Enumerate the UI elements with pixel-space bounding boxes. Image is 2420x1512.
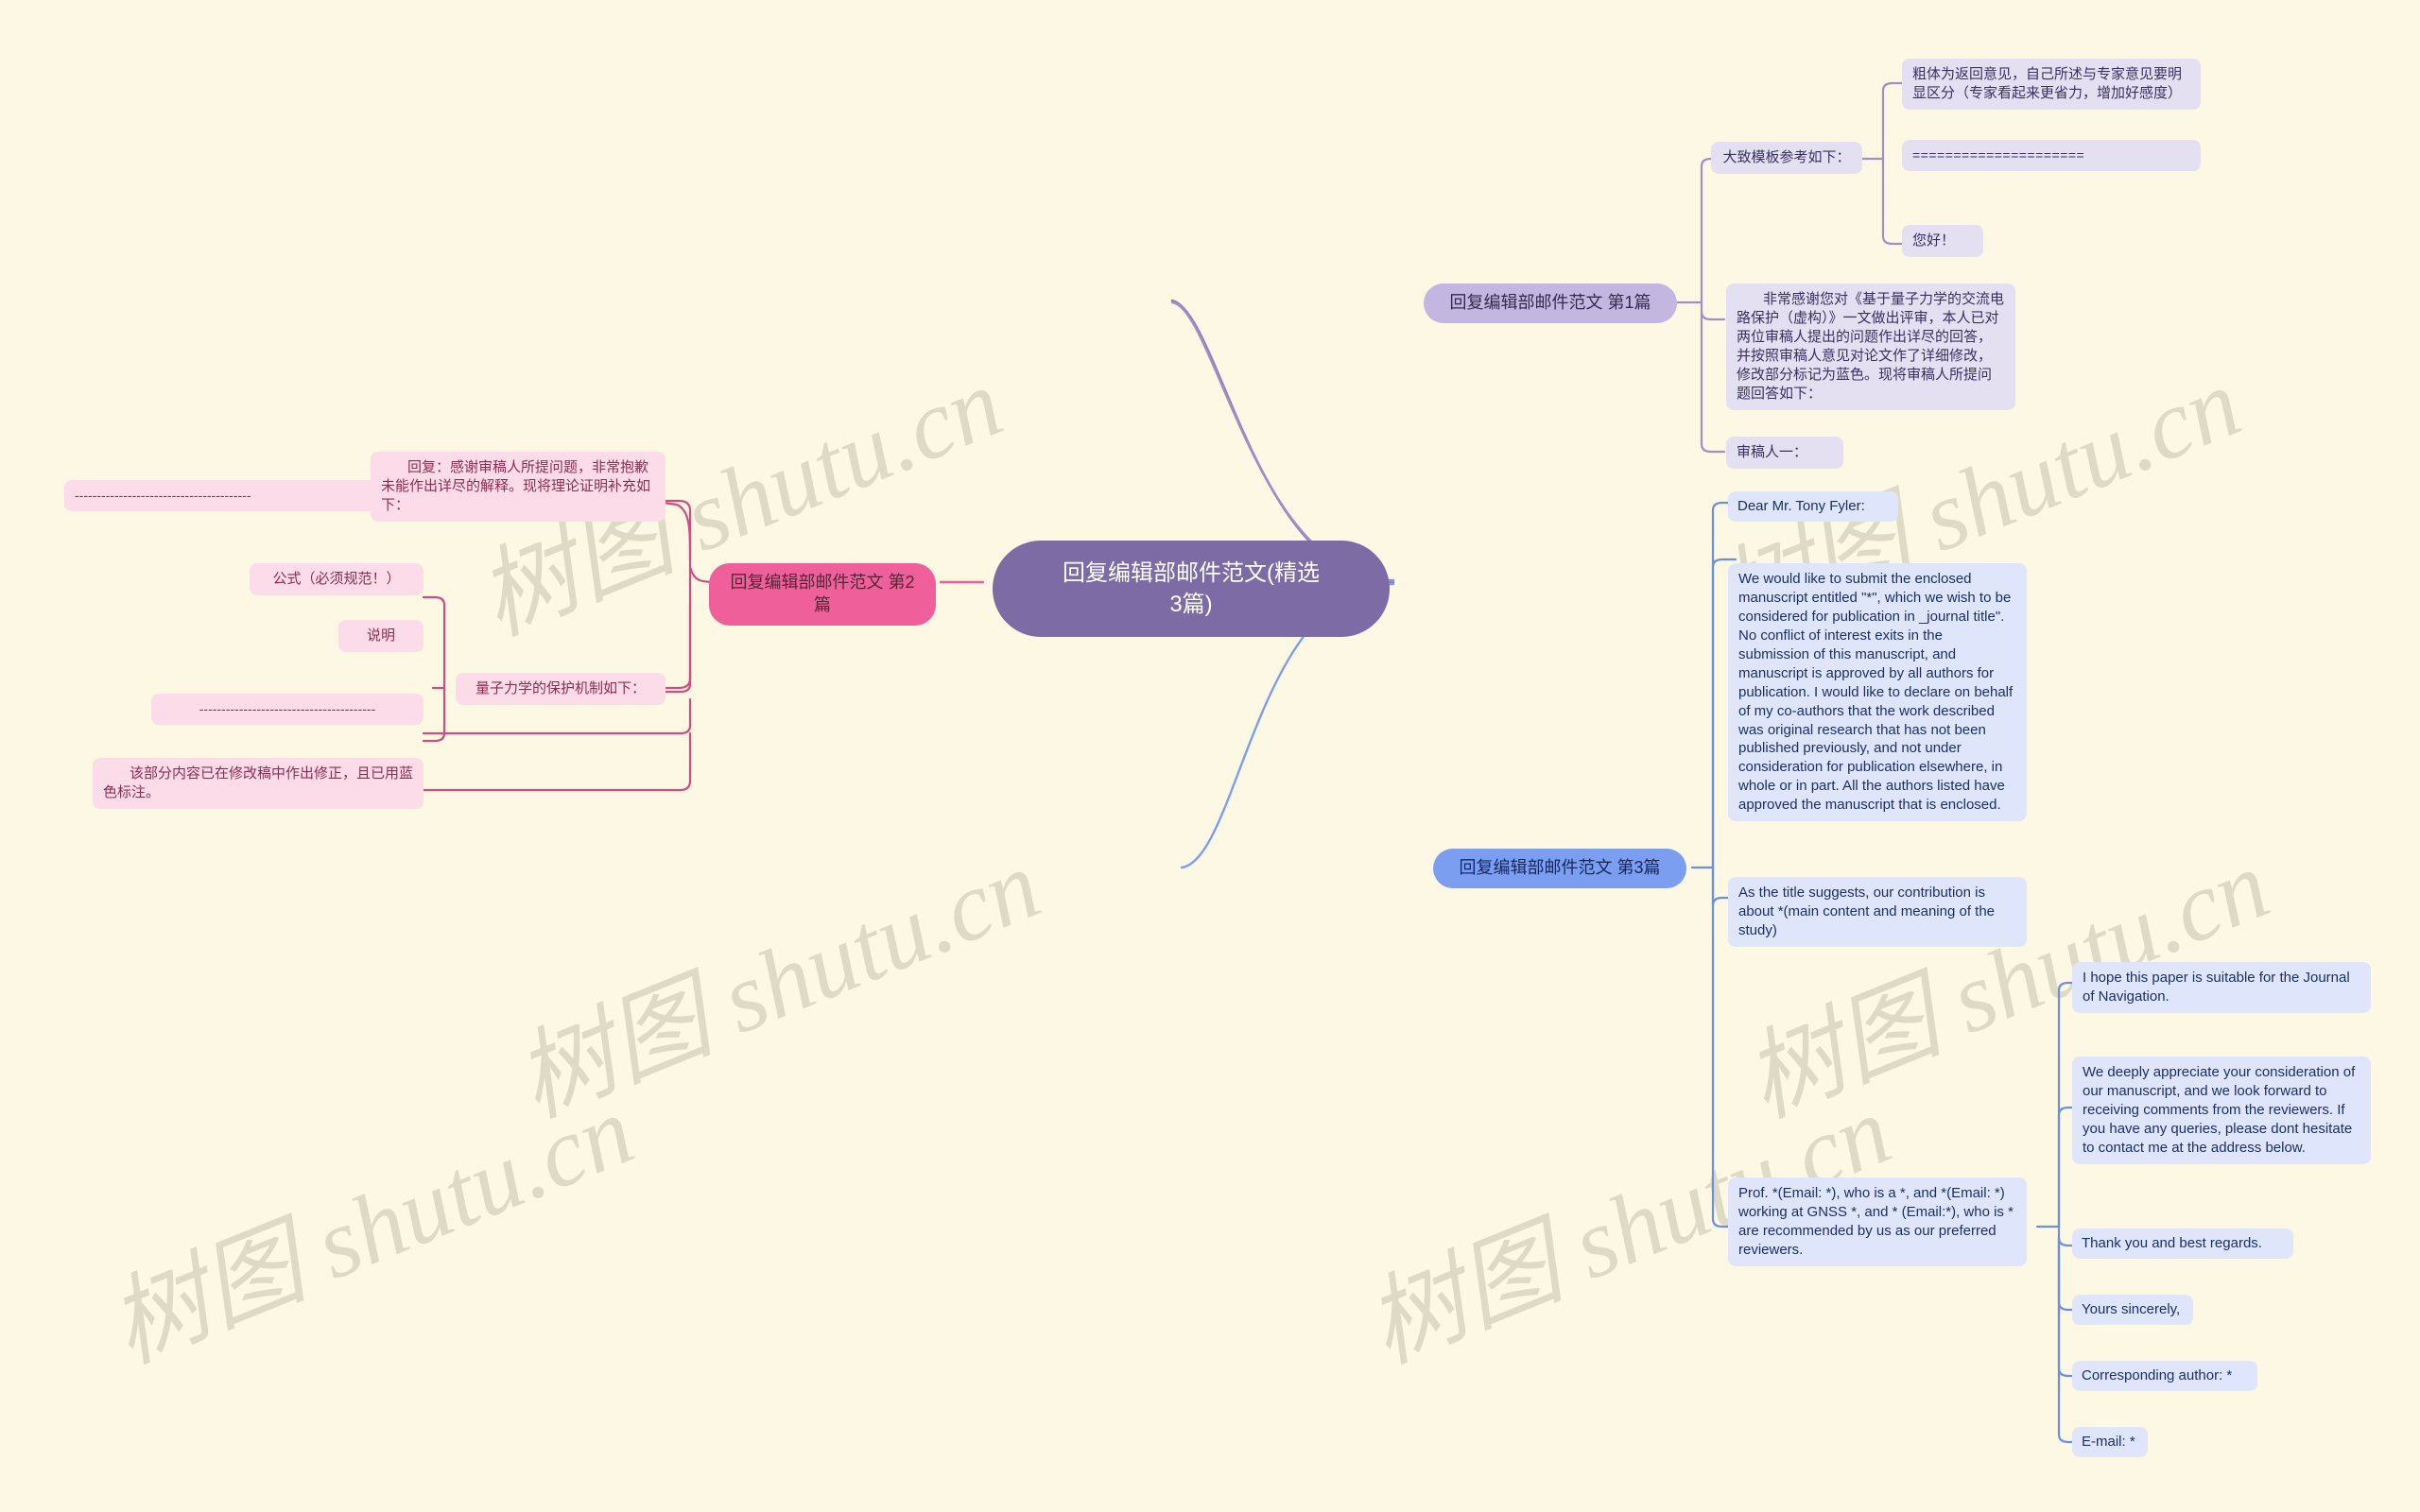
branch3-child-yours-sincerely[interactable]: Yours sincerely, bbox=[2072, 1295, 2193, 1325]
branch3-child-contribution[interactable]: As the title suggests, our contribution … bbox=[1728, 877, 2027, 947]
branch-node-2[interactable]: 回复编辑部邮件范文 第2篇 bbox=[709, 563, 936, 626]
branch1-child-greeting[interactable]: 您好！ bbox=[1902, 225, 1983, 257]
branch3-child-submission-body[interactable]: We would like to submit the enclosed man… bbox=[1728, 563, 2027, 822]
branch-node-3[interactable]: 回复编辑部邮件范文 第3篇 bbox=[1433, 849, 1686, 888]
branch3-child-preferred-reviewers[interactable]: Prof. *(Email: *), who is a *, and *(Ema… bbox=[1728, 1177, 2027, 1266]
mindmap-canvas: 树图 shutu.cn 树图 shutu.cn 树图 shutu.cn 树图 s… bbox=[0, 0, 2420, 1512]
root-node[interactable]: 回复编辑部邮件范文(精选 3篇) bbox=[993, 541, 1390, 638]
branch-node-1[interactable]: 回复编辑部邮件范文 第1篇 bbox=[1424, 284, 1677, 323]
branch1-child-reviewer-one[interactable]: 审稿人一： bbox=[1726, 437, 1843, 469]
branch2-child-reply-thanks[interactable]: 回复：感谢审稿人所提问题，非常抱歉未能作出详尽的解释。现将理论证明补充如下： bbox=[371, 452, 666, 522]
branch2-child-divider-2[interactable]: ---------------------------------------- bbox=[151, 694, 424, 725]
branch2-child-formula[interactable]: 公式（必须规范！） bbox=[250, 563, 424, 595]
branch1-child-template-ref[interactable]: 大致模板参考如下： bbox=[1711, 142, 1862, 174]
branch1-child-equals-divider[interactable]: ===================== bbox=[1902, 140, 2201, 171]
branch3-child-corresponding-author[interactable]: Corresponding author: * bbox=[2072, 1361, 2257, 1391]
branch3-child-appreciation[interactable]: We deeply appreciate your consideration … bbox=[2072, 1057, 2371, 1164]
branch2-child-mechanism[interactable]: 量子力学的保护机制如下： bbox=[456, 673, 666, 705]
branch3-child-salutation[interactable]: Dear Mr. Tony Fyler: bbox=[1728, 491, 1898, 522]
watermark: 树图 shutu.cn bbox=[501, 830, 1054, 1138]
branch3-child-thanks-regards[interactable]: Thank you and best regards. bbox=[2072, 1228, 2293, 1259]
branch2-child-blue-marked[interactable]: 该部分内容已在修改稿中作出修正，且已用蓝色标注。 bbox=[93, 758, 424, 809]
branch1-child-bold-note[interactable]: 粗体为返回意见，自己所述与专家意见要明显区分（专家看起来更省力，增加好感度） bbox=[1902, 59, 2201, 110]
branch3-child-email[interactable]: E-mail: * bbox=[2072, 1427, 2148, 1457]
branch1-child-thanks-review[interactable]: 非常感谢您对《基于量子力学的交流电路保护（虚构）》一文做出评审，本人已对两位审稿… bbox=[1726, 284, 2015, 410]
branch2-child-explanation[interactable]: 说明 bbox=[338, 620, 424, 652]
branch3-child-journal-hope[interactable]: I hope this paper is suitable for the Jo… bbox=[2072, 962, 2371, 1013]
branch2-child-divider-1[interactable]: ---------------------------------------- bbox=[64, 480, 382, 511]
